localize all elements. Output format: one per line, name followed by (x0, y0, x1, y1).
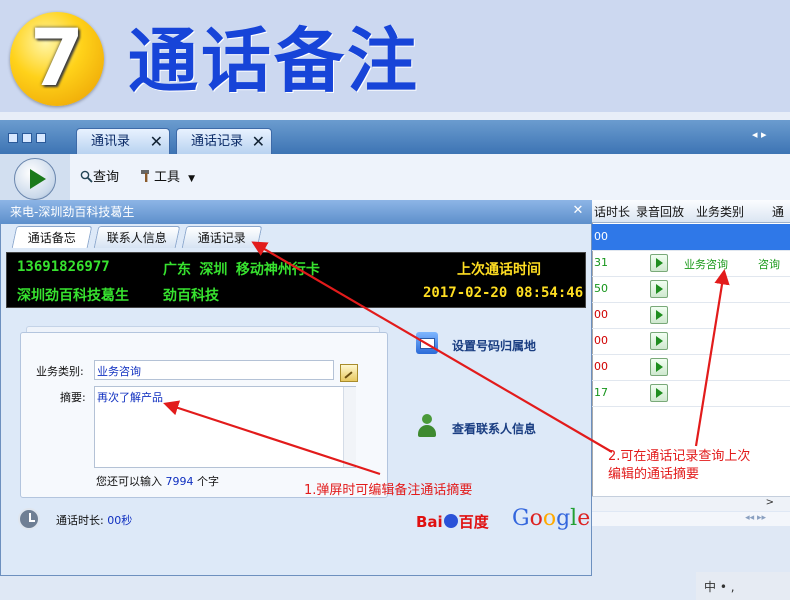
annotation-2: 2.可在通话记录查询上次 编辑的通话摘要 (608, 448, 784, 484)
arrow-to-grid-type (694, 268, 730, 447)
annotation-2-line2: 编辑的通话摘要 (608, 467, 700, 482)
arrow-to-records-tab (251, 241, 613, 453)
arrow-to-summary (163, 400, 381, 476)
annotation-2-line1: 2.可在通话记录查询上次 (608, 449, 751, 464)
annotation-1: 1.弹屏时可编辑备注通话摘要 (304, 483, 473, 498)
annotation-arrows (163, 241, 730, 476)
